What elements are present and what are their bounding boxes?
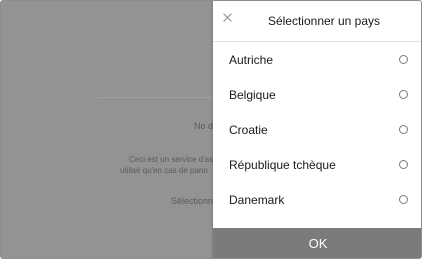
country-label: Autriche — [229, 53, 274, 67]
country-item-croatie[interactable]: Croatie — [213, 112, 421, 147]
country-item-belgique[interactable]: Belgique — [213, 77, 421, 112]
sheet-title: Sélectionner un pays — [267, 14, 381, 28]
country-label: Croatie — [229, 123, 268, 137]
background-description-line-2: utilisé qu'en cas de pann — [120, 166, 208, 175]
country-selector-sheet: Sélectionner un pays Autriche Belgique C… — [213, 1, 421, 258]
radio-unselected-icon[interactable] — [399, 90, 408, 99]
ok-button[interactable]: OK — [213, 228, 421, 258]
country-item-danemark[interactable]: Danemark — [213, 182, 421, 217]
country-list: Autriche Belgique Croatie République tch… — [213, 42, 421, 217]
sheet-header: Sélectionner un pays — [213, 1, 421, 42]
country-label: Belgique — [229, 88, 276, 102]
background-partial-heading: No d — [194, 121, 214, 131]
background-select-prompt: Sélectionn — [171, 196, 214, 206]
country-item-republique-tcheque[interactable]: République tchèque — [213, 147, 421, 182]
close-icon[interactable] — [221, 11, 235, 25]
radio-unselected-icon[interactable] — [399, 125, 408, 134]
radio-unselected-icon[interactable] — [399, 55, 408, 64]
country-label: Danemark — [229, 193, 285, 207]
radio-unselected-icon[interactable] — [399, 160, 408, 169]
screen-frame: No d Ceci est un service d'ass utilisé q… — [0, 0, 422, 259]
country-item-autriche[interactable]: Autriche — [213, 42, 421, 77]
country-label: République tchèque — [229, 158, 336, 172]
radio-unselected-icon[interactable] — [399, 195, 408, 204]
